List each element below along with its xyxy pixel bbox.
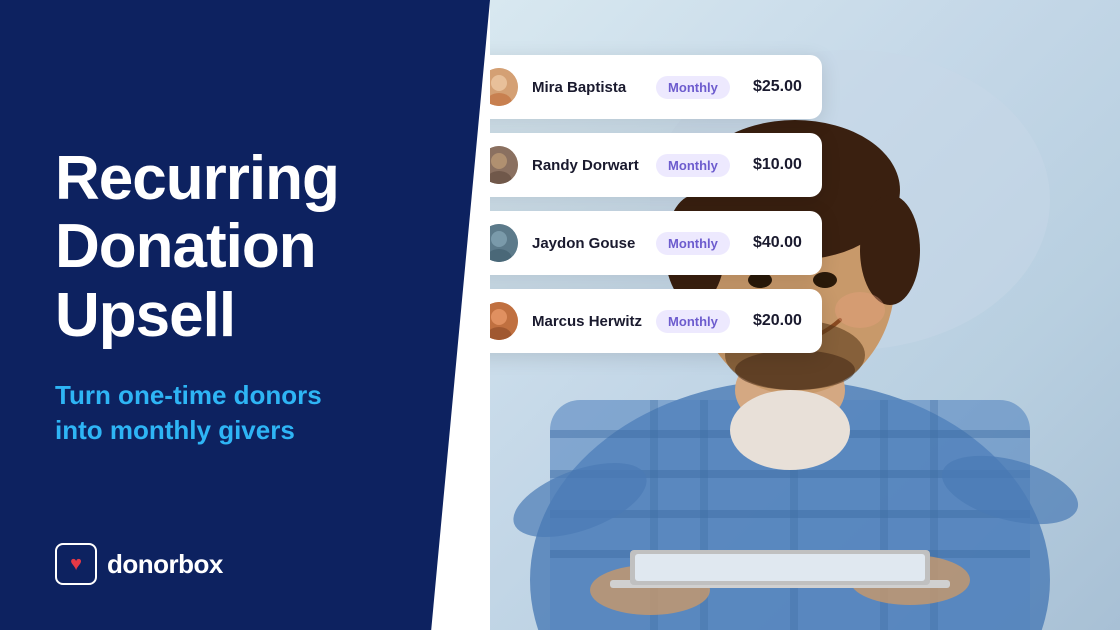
heart-icon: ♥ <box>70 553 82 576</box>
logo-area: ♥ donorbox <box>55 543 440 585</box>
monthly-badge-4: Monthly <box>656 310 730 333</box>
monthly-badge-1: Monthly <box>656 76 730 99</box>
donor-name-2: Randy Dorwart <box>532 157 642 174</box>
donation-card-3: Jaydon Gouse Monthly $40.00 <box>490 211 822 275</box>
monthly-badge-3: Monthly <box>656 232 730 255</box>
avatar-4 <box>490 302 518 340</box>
left-panel: RecurringDonationUpsell Turn one-time do… <box>0 0 490 630</box>
page-container: RecurringDonationUpsell Turn one-time do… <box>0 0 1120 630</box>
donation-card-1: Mira Baptista Monthly $25.00 <box>490 55 822 119</box>
donation-cards-overlay: Mira Baptista Monthly $25.00 Randy Dorwa… <box>490 55 822 353</box>
donation-card-2: Randy Dorwart Monthly $10.00 <box>490 133 822 197</box>
avatar-2 <box>490 146 518 184</box>
monthly-badge-2: Monthly <box>656 154 730 177</box>
amount-2: $10.00 <box>744 156 802 174</box>
logo-icon: ♥ <box>55 543 97 585</box>
main-text-area: RecurringDonationUpsell Turn one-time do… <box>55 50 440 543</box>
amount-3: $40.00 <box>744 234 802 252</box>
donation-card-4: Marcus Herwitz Monthly $20.00 <box>490 289 822 353</box>
avatar-1 <box>490 68 518 106</box>
donor-name-4: Marcus Herwitz <box>532 313 642 330</box>
donor-name-1: Mira Baptista <box>532 79 642 96</box>
right-panel: Mira Baptista Monthly $25.00 Randy Dorwa… <box>490 0 1120 630</box>
donor-name-3: Jaydon Gouse <box>532 235 642 252</box>
logo-text: donorbox <box>107 549 223 580</box>
avatar-3 <box>490 224 518 262</box>
main-headline: RecurringDonationUpsell <box>55 145 440 350</box>
amount-4: $20.00 <box>744 312 802 330</box>
sub-headline: Turn one-time donorsinto monthly givers <box>55 378 435 448</box>
amount-1: $25.00 <box>744 78 802 96</box>
